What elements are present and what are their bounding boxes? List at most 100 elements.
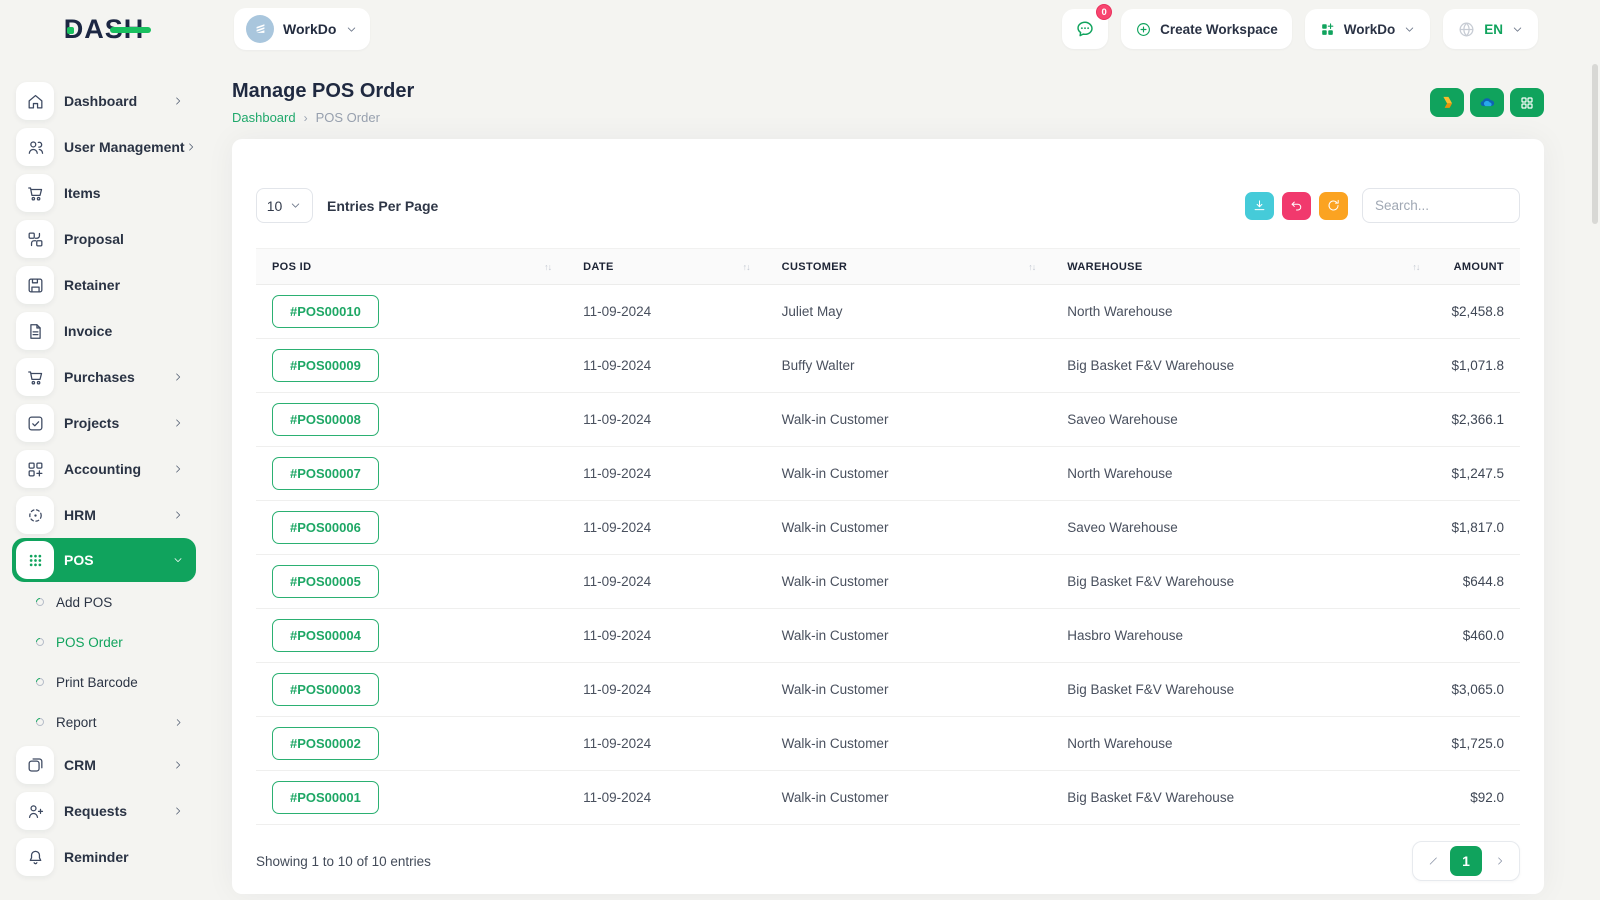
chevron-right-icon xyxy=(172,417,184,429)
workspace-name: WorkDo xyxy=(283,21,337,37)
sidebar-item-dashboard[interactable]: Dashboard xyxy=(12,78,196,124)
sidebar-item-projects[interactable]: Projects xyxy=(12,400,196,446)
globe-icon xyxy=(1457,20,1476,39)
orders-table: POS ID ↑↓ DATE ↑↓ CUSTOMER ↑↓ WAREHOUSE ↑↓ A… xyxy=(256,248,1520,825)
table-toolbar xyxy=(1245,188,1520,223)
undo-button[interactable] xyxy=(1282,191,1311,220)
sidebar-subitem-report[interactable]: Report xyxy=(0,702,208,742)
page-header: Manage POS Order Dashboard › POS Order xyxy=(232,80,1544,125)
language-dropdown[interactable]: EN xyxy=(1443,9,1538,49)
sidebar-item-invoice[interactable]: Invoice xyxy=(12,308,196,354)
sidebar-item-user-management[interactable]: User Management xyxy=(12,124,196,170)
orders-table-body: #POS00010 11-09-2024 Juliet May North Wa… xyxy=(256,284,1520,825)
sort-icon[interactable]: ↑↓ xyxy=(743,262,751,272)
order-warehouse: Saveo Warehouse xyxy=(1051,392,1436,447)
proposal-icon xyxy=(16,220,54,258)
table-footer: Showing 1 to 10 of 10 entries 1 xyxy=(256,841,1520,881)
pos-id-link[interactable]: #POS00004 xyxy=(272,619,379,652)
order-customer: Juliet May xyxy=(765,284,1052,339)
chevron-down-icon xyxy=(172,554,184,566)
table-row: #POS00003 11-09-2024 Walk-in Customer Bi… xyxy=(256,662,1520,717)
order-amount: $2,458.8 xyxy=(1435,284,1520,339)
breadcrumb-dashboard-link[interactable]: Dashboard xyxy=(232,110,296,125)
table-row: #POS00004 11-09-2024 Walk-in Customer Ha… xyxy=(256,608,1520,663)
sidebar-item-accounting[interactable]: Accounting xyxy=(12,446,196,492)
sidebar-item-requests[interactable]: Requests xyxy=(12,788,196,834)
grid-icon xyxy=(1519,95,1535,111)
cart-icon xyxy=(16,174,54,212)
sidebar-subitem-add-pos[interactable]: Add POS xyxy=(0,582,208,622)
sidebar-subitem-print-barcode[interactable]: Print Barcode xyxy=(0,662,208,702)
sort-icon[interactable]: ↑↓ xyxy=(544,262,552,272)
logo-wrap: DASH xyxy=(0,14,208,45)
chevron-right-icon xyxy=(172,463,184,475)
sidebar-item-items[interactable]: Items xyxy=(12,170,196,216)
column-header-customer[interactable]: CUSTOMER ↑↓ xyxy=(765,248,1052,285)
sort-icon[interactable]: ↑↓ xyxy=(1412,262,1420,272)
order-customer: Walk-in Customer xyxy=(765,608,1052,663)
chevron-right-icon xyxy=(185,141,197,153)
order-amount: $1,725.0 xyxy=(1435,716,1520,771)
bullet-icon xyxy=(34,636,46,648)
bullet-icon xyxy=(34,676,46,688)
pos-id-link[interactable]: #POS00005 xyxy=(272,565,379,598)
sidebar-item-pos[interactable]: POS xyxy=(12,538,196,582)
pos-id-link[interactable]: #POS00001 xyxy=(272,781,379,814)
crm-icon xyxy=(16,746,54,784)
next-page-button[interactable] xyxy=(1485,846,1515,876)
order-amount: $3,065.0 xyxy=(1435,662,1520,717)
google-drive-button[interactable] xyxy=(1430,88,1464,117)
order-amount: $1,071.8 xyxy=(1435,338,1520,393)
pos-id-link[interactable]: #POS00009 xyxy=(272,349,379,382)
order-customer: Walk-in Customer xyxy=(765,392,1052,447)
language-label: EN xyxy=(1484,21,1503,37)
sort-icon[interactable]: ↑↓ xyxy=(1028,262,1036,272)
building-icon xyxy=(246,15,274,43)
create-workspace-label: Create Workspace xyxy=(1160,21,1278,37)
sidebar-item-reminder[interactable]: Reminder xyxy=(12,834,196,880)
sidebar-item-retainer[interactable]: Retainer xyxy=(12,262,196,308)
sidebar-item-proposal[interactable]: Proposal xyxy=(12,216,196,262)
page-1-button[interactable]: 1 xyxy=(1450,846,1482,876)
refresh-button[interactable] xyxy=(1319,191,1348,220)
sidebar-item-crm[interactable]: CRM xyxy=(12,742,196,788)
chevron-right-icon xyxy=(173,717,184,728)
pos-id-link[interactable]: #POS00003 xyxy=(272,673,379,706)
scrollbar[interactable] xyxy=(1592,64,1598,224)
column-header-pos-id[interactable]: POS ID ↑↓ xyxy=(256,248,568,285)
column-header-date[interactable]: DATE ↑↓ xyxy=(567,248,766,285)
pos-id-link[interactable]: #POS00007 xyxy=(272,457,379,490)
pos-id-link[interactable]: #POS00006 xyxy=(272,511,379,544)
sidebar-item-hrm[interactable]: HRM xyxy=(12,492,196,538)
order-customer: Walk-in Customer xyxy=(765,662,1052,717)
app-logo[interactable]: DASH xyxy=(64,14,151,45)
prev-page-button[interactable] xyxy=(1417,846,1447,876)
order-customer: Buffy Walter xyxy=(765,338,1052,393)
retainer-icon xyxy=(16,266,54,304)
table-row: #POS00005 11-09-2024 Walk-in Customer Bi… xyxy=(256,554,1520,609)
messages-button[interactable]: 0 xyxy=(1062,4,1113,49)
entries-per-page-select[interactable]: 10 xyxy=(256,188,313,223)
main-content: Manage POS Order Dashboard › POS Order 1… xyxy=(232,58,1544,894)
pos-grid-icon xyxy=(16,541,54,579)
column-header-warehouse[interactable]: WAREHOUSE ↑↓ xyxy=(1051,248,1436,285)
user-plus-icon xyxy=(16,792,54,830)
export-download-button[interactable] xyxy=(1245,191,1274,220)
order-amount: $460.0 xyxy=(1435,608,1520,663)
order-warehouse: Big Basket F&V Warehouse xyxy=(1051,770,1436,825)
sidebar-item-purchases[interactable]: Purchases xyxy=(12,354,196,400)
grid-view-button[interactable] xyxy=(1510,88,1544,117)
search-input[interactable] xyxy=(1362,188,1520,223)
pos-id-link[interactable]: #POS00010 xyxy=(272,295,379,328)
create-workspace-button[interactable]: Create Workspace xyxy=(1121,9,1292,49)
hrm-icon xyxy=(16,496,54,534)
sidebar-subitem-pos-order[interactable]: POS Order xyxy=(0,622,208,662)
pos-id-link[interactable]: #POS00002 xyxy=(272,727,379,760)
order-warehouse: North Warehouse xyxy=(1051,284,1436,339)
order-date: 11-09-2024 xyxy=(567,662,766,717)
google-drive-icon xyxy=(1439,94,1456,111)
pos-id-link[interactable]: #POS00008 xyxy=(272,403,379,436)
workspace-selector[interactable]: WorkDo xyxy=(234,8,371,50)
onedrive-button[interactable] xyxy=(1470,88,1504,117)
workspace-dropdown[interactable]: WorkDo xyxy=(1304,9,1431,49)
